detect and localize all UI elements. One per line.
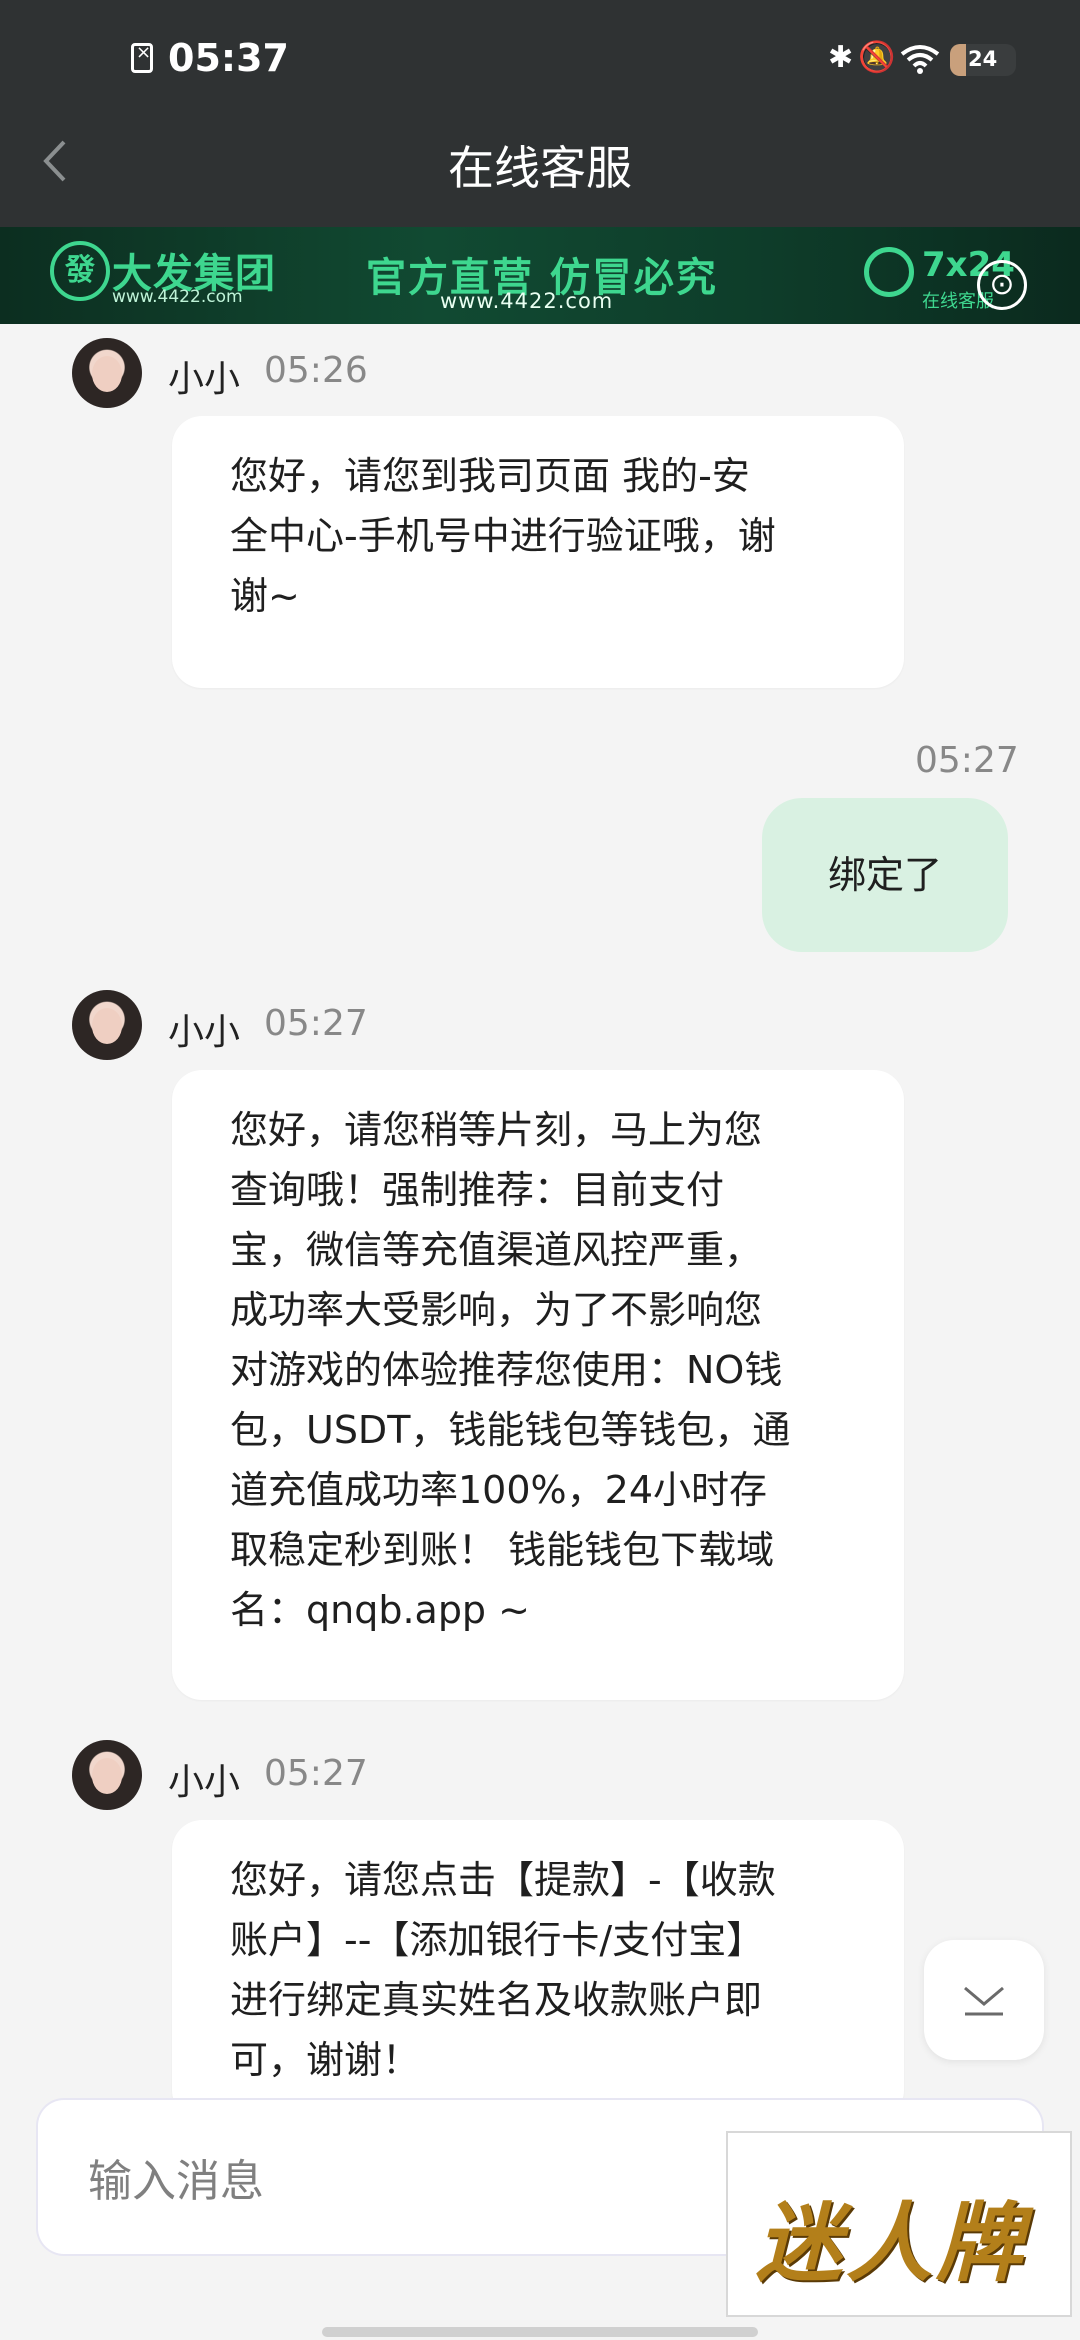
chevron-down-icon (964, 1986, 1004, 2016)
banner-close-icon[interactable]: ⊙ (977, 260, 1027, 310)
message-bubble: 您好，请您到我司页面 我的-安 全中心-手机号中进行验证哦，谢 谢~ (172, 416, 904, 688)
banner-brand-url: www.4422.com (112, 287, 243, 307)
customer-service-icon (864, 247, 914, 297)
sender-name: 小小 (168, 1762, 241, 1803)
sender-name: 小小 (168, 1012, 241, 1053)
home-indicator[interactable] (322, 2327, 758, 2337)
avatar (72, 338, 142, 408)
sender-name: 小小 (168, 359, 241, 400)
avatar (72, 990, 142, 1060)
page-title: 在线客服 (448, 141, 632, 195)
message-input-placeholder: 输入消息 (88, 2156, 264, 2207)
watermark-ad: 迷人牌 (726, 2131, 1072, 2317)
bluetooth-icon: ✱ (828, 40, 854, 75)
watermark-text: 迷人牌 (756, 2194, 1026, 2294)
message-bubble: 您好，请您稍等片刻，马上为您 查询哦！强制推荐：目前支付 宝，微信等充值渠道风控… (172, 1070, 904, 1700)
message-time: 05:26 (264, 350, 368, 391)
battery-fill (950, 44, 966, 76)
message-time: 05:27 (264, 1003, 368, 1044)
wifi-icon (900, 45, 940, 74)
promo-banner[interactable]: 發 大发集团 www.4422.com 官方直营 仿冒必究 www.4422.c… (0, 227, 1080, 324)
message-time: 05:27 (915, 740, 1019, 781)
avatar (72, 1740, 142, 1810)
battery-percent: 24 (968, 47, 998, 71)
message-time: 05:27 (264, 1753, 368, 1794)
status-time: 05:37 (168, 36, 289, 80)
top-bar: 05:37 ✱ 🔕 24 在线客服 (0, 0, 1080, 227)
message-bubble: 您好，请您点击【提款】-【收款 账户】--【添加银行卡/支付宝】 进行绑定真实姓… (172, 1820, 904, 2120)
status-bar: 05:37 ✱ 🔕 24 (0, 0, 1080, 120)
banner-slogan-url: www.4422.com (440, 289, 614, 313)
brand-emblem-icon: 發 (50, 241, 110, 301)
my-message-bubble: 绑定了 (762, 798, 1008, 952)
scroll-down-button[interactable] (924, 1940, 1044, 2060)
sim-icon (131, 42, 153, 73)
battery-icon: 24 (950, 44, 1016, 76)
mute-icon: 🔕 (858, 40, 896, 75)
